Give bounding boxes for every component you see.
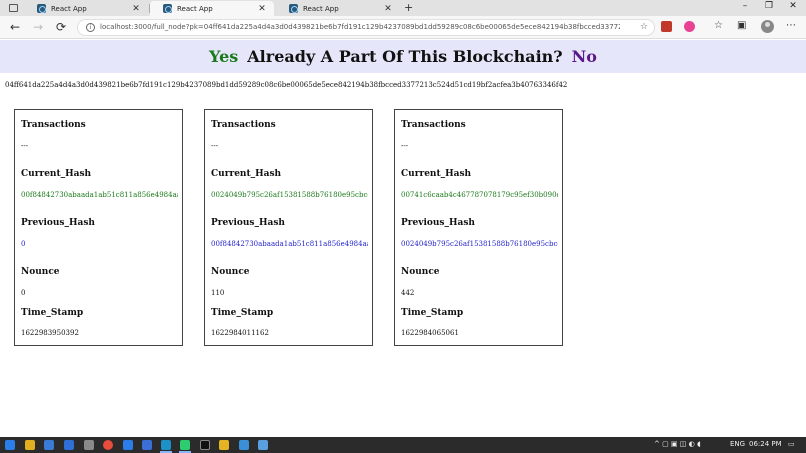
nounce-label: Nounce (211, 267, 250, 277)
collections-icon[interactable]: ▣ (737, 20, 746, 31)
current-hash-label: Current_Hash (211, 169, 282, 179)
info-icon[interactable]: i (86, 23, 95, 32)
previous-hash-label: Previous_Hash (211, 218, 285, 228)
no-button[interactable]: No (572, 47, 597, 66)
browser-tab-3[interactable]: React App ✕ (276, 1, 400, 16)
current-hash-label: Current_Hash (401, 169, 472, 179)
language-indicator[interactable]: ENG (730, 440, 745, 448)
transactions-value: --- (401, 142, 409, 150)
app-icon[interactable] (25, 440, 35, 450)
app-icon[interactable] (180, 440, 190, 450)
tab-close-icon[interactable]: ✕ (256, 4, 268, 14)
favorites-icon[interactable]: ☆ (714, 20, 723, 31)
current-hash-label: Current_Hash (21, 169, 92, 179)
extension-icon[interactable] (684, 21, 695, 32)
settings-icon[interactable]: ⋯ (786, 20, 796, 31)
previous-hash-value: 0 (21, 240, 26, 248)
previous-hash-value: 00f84842730abaada1ab51c811a856e4984aaba (211, 240, 368, 248)
browser-toolbar: ← → ⟳ i localhost:3000/full_node?pk=04ff… (0, 16, 806, 39)
yes-button[interactable]: Yes (209, 47, 238, 66)
node-public-key: 04ff641da225a4d4a3d0d439821be6b7fd191c12… (5, 81, 568, 89)
folder-icon[interactable] (219, 440, 229, 450)
minimize-button[interactable]: – (738, 1, 752, 11)
block-card: Transactions --- Current_Hash 00741c6caa… (394, 109, 563, 346)
tab-close-icon[interactable]: ✕ (130, 4, 142, 14)
current-hash-value: 00741c6caab4c467787078179c95ef30b090cf9 (401, 191, 558, 199)
tab-title: React App (177, 4, 213, 13)
time-stamp-label: Time_Stamp (401, 308, 464, 318)
app-icon[interactable] (64, 440, 74, 450)
windows-taskbar: ^ ▢ ▣ ◫ ◐ ◖ ENG 06:24 PM ▭ (0, 437, 806, 453)
react-favicon-icon (289, 4, 298, 13)
nounce-value: 442 (401, 289, 415, 297)
reload-button[interactable]: ⟳ (54, 20, 68, 34)
tab-title: React App (303, 4, 339, 13)
app-icon[interactable] (258, 440, 268, 450)
back-button[interactable]: ← (8, 20, 22, 34)
time-stamp-label: Time_Stamp (21, 308, 84, 318)
app-icon[interactable] (44, 440, 54, 450)
transactions-label: Transactions (21, 120, 86, 130)
star-icon[interactable]: ☆ (640, 22, 648, 32)
tab-close-icon[interactable]: ✕ (382, 4, 394, 14)
notification-icon[interactable]: ▭ (788, 440, 795, 448)
transactions-label: Transactions (211, 120, 276, 130)
app-icon[interactable] (123, 440, 133, 450)
restore-button[interactable]: ❐ (762, 1, 776, 11)
current-hash-value: 00f84842730abaada1ab51c811a856e4984aaba (21, 191, 178, 199)
close-window-button[interactable]: ✕ (786, 1, 800, 11)
terminal-icon[interactable] (200, 440, 210, 450)
tab-title: React App (51, 4, 87, 13)
react-favicon-icon (163, 4, 172, 13)
app-icon[interactable] (142, 440, 152, 450)
extension-icon[interactable] (661, 21, 672, 32)
address-bar[interactable]: i localhost:3000/full_node?pk=04ff641da2… (77, 19, 655, 36)
edge-icon[interactable] (161, 440, 171, 450)
transactions-value: --- (21, 142, 29, 150)
nounce-value: 110 (211, 289, 225, 297)
previous-hash-label: Previous_Hash (21, 218, 95, 228)
previous-hash-value: 0024049b795c26af15381588b76180e95cbcd4 (401, 240, 558, 248)
time-stamp-label: Time_Stamp (211, 308, 274, 318)
new-tab-button[interactable]: + (404, 1, 413, 14)
profile-icon[interactable] (761, 20, 774, 33)
react-favicon-icon (37, 4, 46, 13)
time-stamp-value: 1622984065061 (401, 329, 459, 337)
browser-tab-1[interactable]: React App ✕ (24, 1, 148, 16)
nounce-label: Nounce (21, 267, 60, 277)
block-card: Transactions --- Current_Hash 00f8484273… (14, 109, 183, 346)
tab-actions-icon[interactable] (9, 4, 18, 12)
forward-button[interactable]: → (31, 20, 45, 34)
nounce-value: 0 (21, 289, 26, 297)
time-stamp-value: 1622984011162 (211, 329, 269, 337)
app-icon[interactable] (84, 440, 94, 450)
clock[interactable]: 06:24 PM (749, 440, 782, 448)
system-tray-icons[interactable]: ^ ▢ ▣ ◫ ◐ ◖ (654, 440, 701, 448)
app-icon[interactable] (239, 440, 249, 450)
transactions-value: --- (211, 142, 219, 150)
time-stamp-value: 1622983950392 (21, 329, 79, 337)
start-icon[interactable] (5, 440, 15, 450)
browser-tab-2[interactable]: React App ✕ (150, 1, 274, 16)
browser-tab-bar: React App ✕ React App ✕ React App ✕ + – … (0, 0, 806, 16)
membership-banner: Yes Already A Part Of This Blockchain? No (0, 40, 806, 73)
nounce-label: Nounce (401, 267, 440, 277)
transactions-label: Transactions (401, 120, 466, 130)
current-hash-value: 0024049b795c26af15381588b76180e95cbcd4 (211, 191, 368, 199)
block-card: Transactions --- Current_Hash 0024049b79… (204, 109, 373, 346)
chrome-icon[interactable] (103, 440, 113, 450)
url-text[interactable]: localhost:3000/full_node?pk=04ff641da225… (100, 23, 620, 31)
banner-question: Already A Part Of This Blockchain? (247, 47, 563, 66)
previous-hash-label: Previous_Hash (401, 218, 475, 228)
